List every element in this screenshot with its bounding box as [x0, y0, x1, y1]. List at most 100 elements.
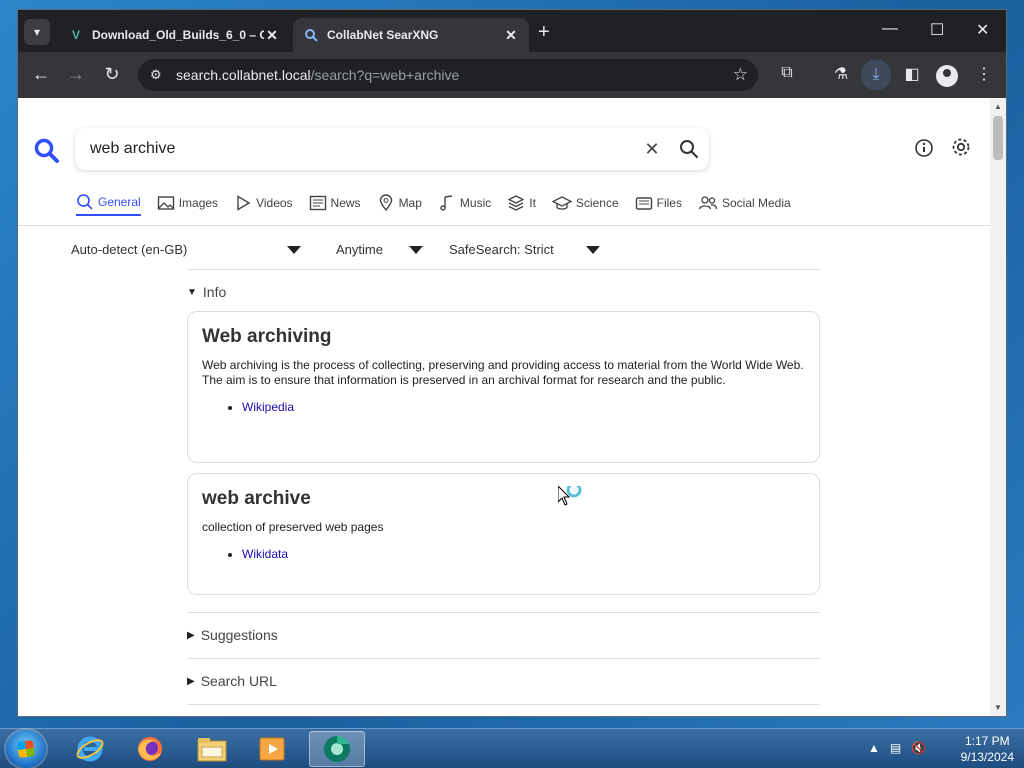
tab-search-chevron-icon[interactable]: ▾: [24, 19, 50, 45]
category-divider: [18, 225, 990, 226]
info-toggle[interactable]: ▼ Info: [187, 284, 226, 300]
safesearch-value: SafeSearch: Strict: [449, 242, 554, 257]
infobox-links: Wikipedia: [202, 400, 805, 414]
image-icon: [157, 196, 174, 210]
collapsed-triangle-icon: ▶: [187, 675, 195, 687]
volume-muted-icon[interactable]: 🔇: [911, 741, 926, 755]
infobox-links: Wikidata: [202, 547, 805, 561]
side-panel-icon[interactable]: ◧: [901, 64, 923, 84]
profile-avatar-icon[interactable]: [936, 65, 958, 87]
start-button[interactable]: [6, 730, 46, 768]
tab-label: It: [529, 196, 536, 210]
show-hidden-icons-icon[interactable]: ▲: [868, 741, 880, 755]
tab-videos[interactable]: Videos: [234, 190, 293, 216]
list-item: Wikipedia: [242, 400, 805, 414]
time-range-select[interactable]: Anytime: [336, 242, 423, 257]
map-pin-icon: [379, 194, 392, 212]
downloads-icon[interactable]: ⤓: [861, 60, 891, 90]
file-tray-icon: [635, 197, 652, 210]
menu-kebab-icon[interactable]: ⋮: [973, 64, 995, 84]
settings-gear-icon[interactable]: [950, 136, 972, 163]
search-submit-icon[interactable]: [669, 139, 709, 159]
clear-search-icon[interactable]: ✕: [635, 139, 669, 160]
tab-social-media[interactable]: Social Media: [698, 190, 791, 216]
back-arrow-icon[interactable]: ←: [30, 64, 52, 84]
search-url-label: Search URL: [200, 673, 277, 689]
tab-files[interactable]: Files: [635, 190, 682, 216]
tab-science[interactable]: Science: [551, 190, 619, 216]
tab-collabnet-searxng[interactable]: CollabNet SearXNG ✕: [293, 18, 529, 52]
system-tray: ▲ ▤ 🔇: [868, 741, 926, 755]
scrollbar-thumb[interactable]: [993, 116, 1003, 160]
list-item: Wikidata: [242, 547, 805, 561]
address-path: /search?q=web+archive: [310, 67, 460, 83]
layers-icon: [507, 195, 525, 211]
divider: [187, 704, 820, 705]
firefox-icon[interactable]: [122, 731, 178, 767]
file-explorer-icon[interactable]: [184, 731, 240, 767]
tab-close-icon[interactable]: ✕: [264, 27, 280, 44]
minimize-icon[interactable]: —: [882, 20, 898, 38]
chrome-beta-taskbar-icon[interactable]: [309, 731, 365, 767]
infobox-card: Web archiving Web archiving is the proce…: [187, 311, 820, 463]
page-scrollbar[interactable]: ▲ ▼: [990, 98, 1006, 716]
tab-label: Music: [459, 196, 492, 210]
clock-date: 9/13/2024: [960, 750, 1014, 764]
time-range-value: Anytime: [336, 242, 383, 257]
wikidata-link[interactable]: Wikidata: [242, 547, 288, 561]
site-info-icon[interactable]: ⚙: [150, 67, 176, 83]
window-close-icon[interactable]: ✕: [976, 20, 989, 40]
tab-label: Map: [398, 196, 422, 210]
vb-favicon-icon: V: [71, 28, 80, 42]
forward-arrow-icon[interactable]: →: [65, 64, 87, 84]
extensions-puzzle-icon[interactable]: ⧉: [776, 64, 798, 82]
safesearch-select[interactable]: SafeSearch: Strict: [449, 242, 600, 257]
tab-label: Videos: [256, 196, 293, 210]
address-host: search.collabnet.local: [176, 67, 311, 83]
labs-flask-icon[interactable]: ⚗: [830, 64, 852, 84]
maximize-icon[interactable]: ☐: [930, 20, 944, 40]
tab-close-icon[interactable]: ✕: [503, 27, 519, 44]
bookmark-star-icon[interactable]: ☆: [733, 65, 748, 85]
search-icon: [77, 194, 93, 210]
tab-general[interactable]: General: [76, 190, 141, 216]
new-tab-plus-icon[interactable]: +: [538, 22, 550, 42]
search-input[interactable]: web archive ✕: [75, 128, 709, 170]
tab-it[interactable]: It: [507, 190, 536, 216]
searxng-favicon-icon: [303, 27, 319, 43]
tab-news[interactable]: News: [309, 190, 361, 216]
scroll-up-arrow-icon[interactable]: ▲: [994, 102, 1002, 111]
tab-label: Social Media: [721, 196, 791, 210]
chevron-down-icon: [408, 245, 423, 254]
tab-download-old-builds[interactable]: V Download_Old_Builds_6_0 – O ✕: [58, 18, 290, 52]
tab-label: Images: [178, 196, 219, 210]
media-player-icon[interactable]: [244, 731, 300, 767]
tab-title: Download_Old_Builds_6_0 – O: [92, 28, 264, 42]
music-note-icon: [440, 195, 453, 211]
suggestions-toggle[interactable]: ▶ Suggestions: [187, 627, 278, 643]
infobox-text: collection of preserved web pages: [202, 520, 384, 534]
browser-window: ▾ V Download_Old_Builds_6_0 – O ✕ Collab…: [18, 10, 1006, 716]
language-select[interactable]: Auto-detect (en-GB): [71, 242, 302, 257]
reload-icon[interactable]: ↻: [101, 64, 123, 84]
newspaper-icon: [309, 195, 326, 211]
tab-music[interactable]: Music: [438, 190, 491, 216]
address-bar[interactable]: ⚙ search.collabnet.local/search?q=web+ar…: [138, 59, 758, 91]
mouse-cursor-busy-icon: [557, 482, 588, 515]
searxng-logo-icon[interactable]: [34, 138, 60, 169]
category-tabs: General Images Videos News Map Music It …: [76, 190, 807, 220]
search-url-toggle[interactable]: ▶ Search URL: [187, 673, 277, 689]
search-query-text[interactable]: web archive: [90, 140, 635, 158]
tab-strip: ▾ V Download_Old_Builds_6_0 – O ✕ Collab…: [18, 10, 1006, 52]
graduation-cap-icon: [551, 196, 572, 210]
info-icon[interactable]: [914, 138, 934, 163]
wikipedia-link[interactable]: Wikipedia: [242, 400, 294, 414]
infobox-title: web archive: [202, 488, 311, 509]
internet-explorer-icon[interactable]: [62, 731, 118, 767]
clock[interactable]: 1:17 PM 9/13/2024: [961, 733, 1014, 765]
tab-map[interactable]: Map: [377, 190, 422, 216]
divider: [187, 269, 820, 270]
network-icon[interactable]: ▤: [890, 741, 901, 755]
tab-images[interactable]: Images: [157, 190, 218, 216]
scroll-down-arrow-icon[interactable]: ▼: [994, 703, 1002, 712]
